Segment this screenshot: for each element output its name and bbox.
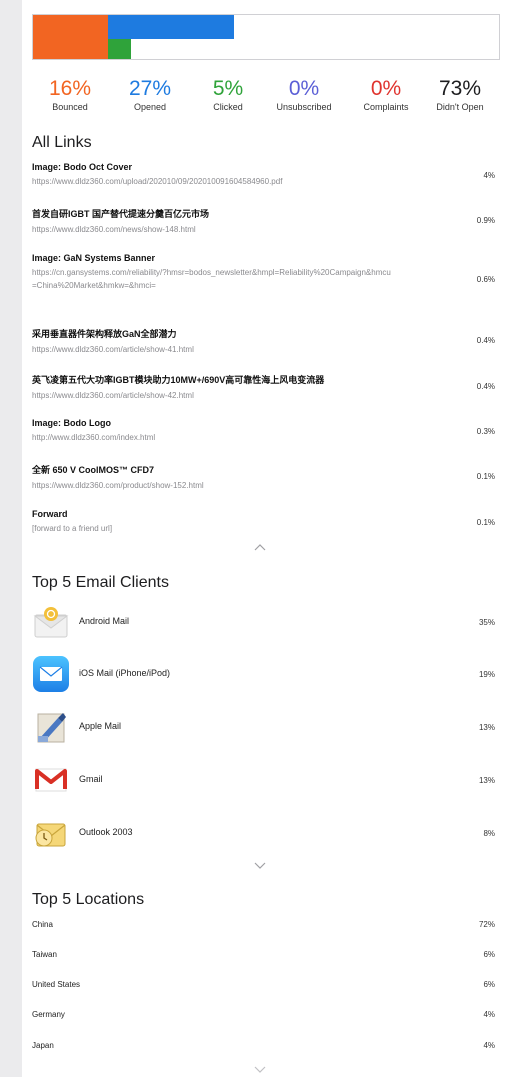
link-percent: 0.1% (476, 518, 495, 527)
link-percent: 0.4% (476, 336, 495, 345)
link-title: 采用垂直器件架构释放GaN全部潜力 (32, 329, 177, 339)
link-row[interactable]: Forward [forward to a friend url] 0.1% (32, 509, 498, 535)
location-name: Japan (32, 1041, 54, 1050)
client-name: Android Mail (79, 616, 130, 626)
link-title: Image: GaN Systems Banner (32, 253, 156, 263)
stat-percent: 0% (288, 77, 320, 100)
report-panel: 16% Bounced 27% Opened 5% Clicked 0% Uns… (22, 0, 511, 1077)
link-row[interactable]: 首发自研IGBT 国产替代提速分羹百亿元市场 https://www.dldz3… (32, 207, 498, 236)
android-mail-icon (32, 603, 70, 641)
location-name: Taiwan (32, 950, 57, 959)
client-percent: 13% (478, 776, 495, 785)
chevron-up-icon[interactable] (254, 543, 266, 554)
link-title: 英飞凌第五代大功率IGBT模块助力10MW+/690V高可靠性海上风电变流器 (32, 375, 325, 385)
link-percent: 4% (483, 171, 495, 180)
stat-percent: 0% (370, 77, 402, 100)
link-row[interactable]: 英飞凌第五代大功率IGBT模块助力10MW+/690V高可靠性海上风电变流器 h… (32, 373, 498, 402)
client-name: Apple Mail (79, 721, 122, 731)
link-url: http://www.dldz360.com/index.html (32, 433, 156, 442)
stat-label: Bounced (52, 102, 88, 112)
bar-segment-opened (108, 15, 234, 39)
location-percent: 4% (483, 1041, 495, 1050)
link-percent: 0.1% (476, 472, 495, 481)
link-title: 首发自研IGBT 国产替代提速分羹百亿元市场 (32, 209, 209, 219)
stat-label: Unsubscribed (276, 102, 332, 112)
link-row[interactable]: Image: Bodo Logo http://www.dldz360.com/… (32, 418, 498, 444)
link-percent: 0.4% (476, 382, 495, 391)
location-name: Germany (32, 1010, 65, 1019)
gmail-icon (32, 761, 70, 799)
link-title: 全新 650 V CoolMOS™ CFD7 (32, 465, 155, 475)
location-name: China (32, 920, 53, 929)
location-name: United States (32, 980, 81, 989)
client-name: iOS Mail (iPhone/iPod) (79, 668, 171, 678)
stat-percent: 16% (48, 77, 92, 100)
location-row: Taiwan 6% (32, 950, 498, 964)
link-url: https://cn.gansystems.com/reliability/?h… (32, 268, 391, 290)
client-percent: 35% (478, 618, 495, 627)
link-url: https://www.dldz360.com/article/show-42.… (32, 391, 194, 400)
outlook-icon (32, 814, 70, 852)
stat-label: Complaints (363, 102, 409, 112)
stat-unsubscribed: 0% Unsubscribed (264, 77, 344, 113)
link-url: https://www.dldz360.com/article/show-41.… (32, 345, 194, 354)
location-percent: 4% (483, 1010, 495, 1019)
stat-percent: 27% (128, 77, 172, 100)
link-url: https://www.dldz360.com/product/show-152… (32, 481, 204, 490)
link-title: Forward (32, 509, 68, 519)
link-title: Image: Bodo Oct Cover (32, 162, 133, 172)
location-percent: 6% (483, 950, 495, 959)
client-percent: 8% (483, 829, 495, 838)
bar-segment-clicked (108, 39, 131, 59)
client-percent: 13% (478, 723, 495, 732)
client-row: Android Mail 35% (32, 603, 498, 643)
stats-row: 16% Bounced 27% Opened 5% Clicked 0% Uns… (22, 78, 511, 118)
stat-opened: 27% Opened (110, 77, 190, 113)
link-percent: 0.6% (476, 275, 495, 284)
chevron-down-icon[interactable] (254, 862, 266, 873)
stat-complaints: 0% Complaints (346, 77, 426, 113)
stat-label: Didn't Open (436, 102, 484, 112)
chevron-down-icon[interactable] (254, 1066, 266, 1077)
client-name: Outlook 2003 (79, 827, 133, 837)
client-row: Apple Mail 13% (32, 708, 498, 748)
location-row: Japan 4% (32, 1041, 498, 1055)
client-name: Gmail (79, 774, 103, 784)
link-title: Image: Bodo Logo (32, 418, 111, 428)
client-row: iOS Mail (iPhone/iPod) 19% (32, 655, 498, 695)
engagement-bar (32, 14, 500, 60)
link-percent: 0.3% (476, 427, 495, 436)
link-row[interactable]: Image: GaN Systems Banner https://cn.gan… (32, 253, 498, 292)
link-url: https://www.dldz360.com/upload/202010/09… (32, 177, 283, 186)
stat-percent: 73% (438, 77, 482, 100)
link-row[interactable]: 采用垂直器件架构释放GaN全部潜力 https://www.dldz360.co… (32, 327, 498, 356)
link-percent: 0.9% (476, 216, 495, 225)
client-row: Outlook 2003 8% (32, 814, 498, 854)
stat-bounced: 16% Bounced (30, 77, 110, 113)
location-row: China 72% (32, 920, 498, 934)
stat-clicked: 5% Clicked (188, 77, 268, 113)
client-percent: 19% (478, 670, 495, 679)
link-url: [forward to a friend url] (32, 524, 113, 533)
stat-label: Clicked (213, 102, 243, 112)
locations-heading: Top 5 Locations (32, 891, 145, 908)
location-percent: 72% (478, 920, 495, 929)
location-percent: 6% (483, 980, 495, 989)
email-clients-heading: Top 5 Email Clients (32, 574, 169, 591)
client-row: Gmail 13% (32, 761, 498, 801)
link-row[interactable]: Image: Bodo Oct Cover https://www.dldz36… (32, 162, 498, 188)
all-links-heading: All Links (32, 134, 92, 151)
location-row: United States 6% (32, 980, 498, 994)
location-row: Germany 4% (32, 1010, 498, 1024)
ios-mail-icon (32, 655, 70, 693)
link-url: https://www.dldz360.com/news/show-148.ht… (32, 225, 196, 234)
link-row[interactable]: 全新 650 V CoolMOS™ CFD7 https://www.dldz3… (32, 463, 498, 492)
stat-percent: 5% (212, 77, 244, 100)
bar-segment-bounced (33, 15, 108, 59)
apple-mail-icon (32, 708, 70, 746)
stat-label: Opened (133, 102, 167, 112)
stat-didnt-open: 73% Didn't Open (420, 77, 500, 113)
